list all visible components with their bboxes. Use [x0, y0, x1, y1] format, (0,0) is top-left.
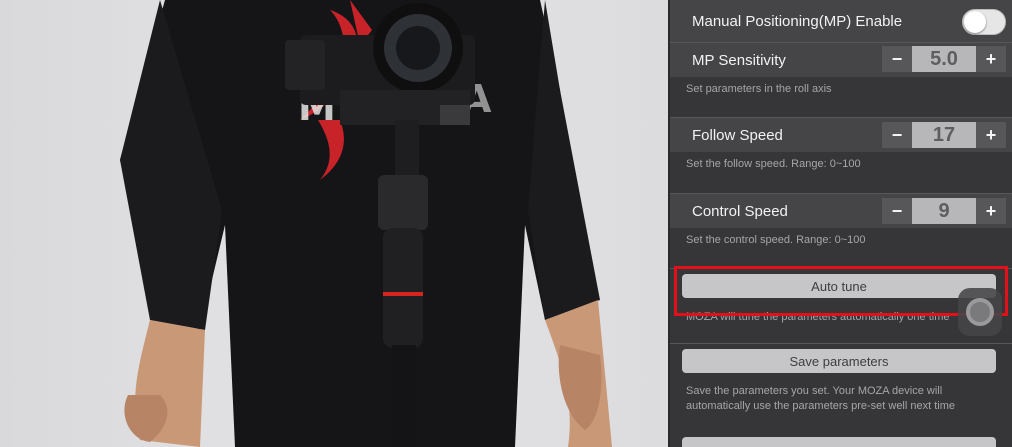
person-with-gimbal-illustration: M A [120, 0, 612, 447]
follow-speed-label: Follow Speed [692, 126, 783, 144]
divider [670, 343, 1012, 344]
mp-sensitivity-increment-button[interactable]: + [976, 46, 1006, 72]
mp-sensitivity-label: MP Sensitivity [692, 51, 786, 69]
follow-speed-increment-button[interactable]: + [976, 122, 1006, 148]
mp-sensitivity-row: MP Sensitivity − 5.0 + [670, 43, 1012, 77]
auto-tune-button[interactable]: Auto tune [682, 274, 996, 298]
save-parameters-button[interactable]: Save parameters [682, 349, 996, 373]
follow-speed-row: Follow Speed − 17 + [670, 118, 1012, 152]
control-speed-label: Control Speed [692, 202, 788, 220]
divider [670, 268, 1012, 269]
mp-sensitivity-stepper: − 5.0 + [882, 46, 1006, 72]
follow-speed-decrement-button[interactable]: − [882, 122, 912, 148]
toggle-knob [964, 11, 986, 33]
mp-sensitivity-value[interactable]: 5.0 [912, 46, 976, 72]
video-frame: M A [0, 0, 668, 447]
auto-tune-note: MOZA will tune the parameters automatica… [686, 311, 950, 323]
mp-enable-row: Manual Positioning(MP) Enable [670, 0, 1012, 42]
save-parameters-note-line-2: automatically use the parameters pre-set… [686, 400, 956, 412]
control-speed-row: Control Speed − 9 + [670, 194, 1012, 228]
mp-enable-label: Manual Positioning(MP) Enable [692, 12, 903, 30]
mp-enable-toggle[interactable] [962, 9, 1006, 35]
control-speed-increment-button[interactable]: + [976, 198, 1006, 224]
control-speed-stepper: − 9 + [882, 198, 1006, 224]
control-speed-decrement-button[interactable]: − [882, 198, 912, 224]
save-parameters-note-line-1: Save the parameters you set. Your MOZA d… [686, 385, 943, 397]
follow-speed-note: Set the follow speed. Range: 0~100 [686, 158, 861, 170]
assistive-touch-button[interactable] [958, 288, 1002, 336]
follow-speed-stepper: − 17 + [882, 122, 1006, 148]
assistive-touch-icon [966, 298, 994, 326]
mp-sensitivity-decrement-button[interactable]: − [882, 46, 912, 72]
next-action-button[interactable] [682, 437, 996, 447]
control-speed-value[interactable]: 9 [912, 198, 976, 224]
roll-axis-note: Set parameters in the roll axis [686, 83, 832, 95]
control-speed-note: Set the control speed. Range: 0~100 [686, 234, 866, 246]
gimbal-settings-panel: Manual Positioning(MP) Enable MP Sensiti… [668, 0, 1012, 447]
follow-speed-value[interactable]: 17 [912, 122, 976, 148]
